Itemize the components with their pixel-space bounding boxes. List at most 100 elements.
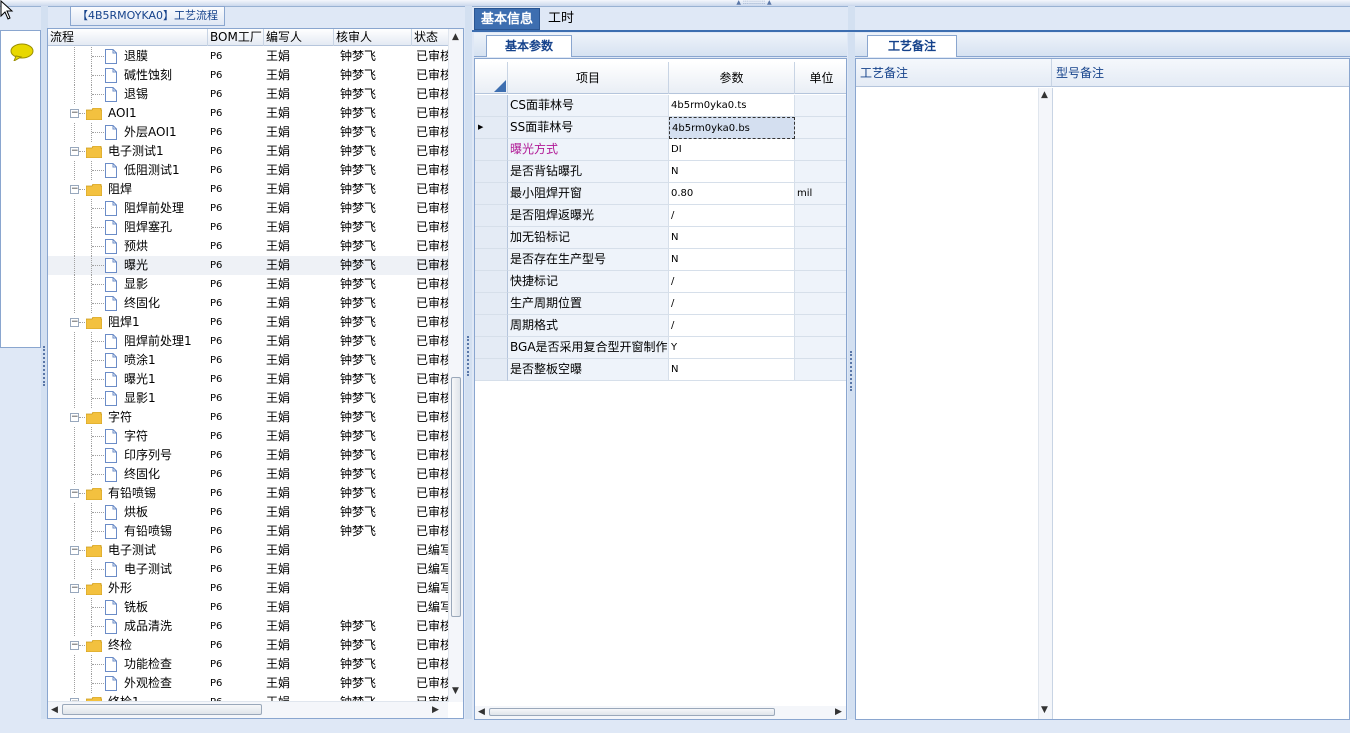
param-value-cell[interactable]: 4b5rm0yka0.ts (669, 95, 795, 117)
tree-node[interactable]: − AOI1 (48, 104, 205, 123)
param-row[interactable]: 周期格式 / (475, 315, 846, 337)
tree-node[interactable]: 碱性蚀刻 (48, 66, 205, 85)
tab-basic-params[interactable]: 基本参数 (486, 35, 572, 57)
param-row[interactable]: 是否整板空曝 N (475, 359, 846, 381)
params-horizontal-scrollbar[interactable]: ◀ ▶ (475, 706, 846, 719)
tree-row[interactable]: − 阻焊1 P6 王娟 钟梦飞 已审核 (48, 313, 448, 332)
tree-row[interactable]: − 字符 P6 王娟 钟梦飞 已审核 (48, 408, 448, 427)
tree-row[interactable]: 退膜 P6 王娟 钟梦飞 已审核 (48, 47, 448, 66)
tree-node[interactable]: 外层AOI1 (48, 123, 205, 142)
tree-row[interactable]: 铣板 P6 王娟 已编写 (48, 598, 448, 617)
scroll-down-arrow-icon[interactable]: ▼ (1041, 706, 1048, 715)
param-value-cell[interactable]: N (669, 161, 795, 183)
scroll-right-arrow-icon[interactable]: ▶ (432, 706, 439, 715)
column-header-state[interactable]: 状态 (412, 29, 448, 46)
param-row[interactable]: 是否背钻曝孔 N (475, 161, 846, 183)
tree-node[interactable]: 印序列号 (48, 446, 205, 465)
collapse-toggle-icon[interactable]: − (70, 185, 79, 194)
column-header-author[interactable]: 编写人 (264, 29, 334, 46)
param-row[interactable]: 最小阻焊开窗 0.80 mil (475, 183, 846, 205)
tree-node[interactable]: − 有铅喷锡 (48, 484, 205, 503)
scroll-up-arrow-icon[interactable]: ▲ (1041, 91, 1048, 100)
row-selector[interactable] (475, 161, 508, 183)
tree-row[interactable]: − 电子测试 P6 王娟 已编写 (48, 541, 448, 560)
tree-node[interactable]: 显影 (48, 275, 205, 294)
tree-row[interactable]: 终固化 P6 王娟 钟梦飞 已审核 (48, 294, 448, 313)
model-note-textarea[interactable] (1055, 89, 1347, 717)
tree-node[interactable]: − 阻焊1 (48, 313, 205, 332)
param-value-cell[interactable]: / (669, 315, 795, 337)
param-value-cell[interactable]: N (669, 227, 795, 249)
tab-work-hours[interactable]: 工时 (542, 8, 580, 30)
scroll-left-arrow-icon[interactable]: ◀ (51, 706, 58, 715)
tree-row[interactable]: 预烘 P6 王娟 钟梦飞 已审核 (48, 237, 448, 256)
param-value-cell[interactable]: / (669, 205, 795, 227)
collapse-toggle-icon[interactable]: − (70, 546, 79, 555)
tree-row[interactable]: 功能检查 P6 王娟 钟梦飞 已审核 (48, 655, 448, 674)
param-value-cell[interactable]: / (669, 271, 795, 293)
right-splitter[interactable] (848, 6, 855, 719)
tree-row[interactable]: 有铅喷锡 P6 王娟 钟梦飞 已审核 (48, 522, 448, 541)
tree-row[interactable]: 退锡 P6 王娟 钟梦飞 已审核 (48, 85, 448, 104)
tree-row[interactable]: − 电子测试1 P6 王娟 钟梦飞 已审核 (48, 142, 448, 161)
tree-row[interactable]: 外观检查 P6 王娟 钟梦飞 已审核 (48, 674, 448, 693)
row-selector[interactable] (475, 271, 508, 293)
process-note-textarea[interactable] (857, 89, 1037, 717)
param-value-cell[interactable]: N (669, 249, 795, 271)
param-value-cell[interactable]: N (669, 359, 795, 381)
collapse-toggle-icon[interactable]: − (70, 489, 79, 498)
param-value-cell[interactable]: 4b5rm0yka0.bs (669, 117, 795, 139)
tree-row[interactable]: − 有铅喷锡 P6 王娟 钟梦飞 已审核 (48, 484, 448, 503)
tree-node[interactable]: 电子测试 (48, 560, 205, 579)
chat-bubble-icon[interactable] (10, 43, 34, 61)
tree-row[interactable]: 曝光 P6 王娟 钟梦飞 已审核 (48, 256, 448, 275)
tree-row[interactable]: 印序列号 P6 王娟 钟梦飞 已审核 (48, 446, 448, 465)
tree-row[interactable]: 阻焊前处理 P6 王娟 钟梦飞 已审核 (48, 199, 448, 218)
param-row[interactable]: 是否存在生产型号 N (475, 249, 846, 271)
tree-node[interactable]: 低阻测试1 (48, 161, 205, 180)
param-row[interactable]: BGA是否采用复合型开窗制作 Y (475, 337, 846, 359)
collapse-toggle-icon[interactable]: − (70, 109, 79, 118)
param-value-cell[interactable]: Y (669, 337, 795, 359)
param-row[interactable]: ▶ SS面菲林号 4b5rm0yka0.bs (475, 117, 846, 139)
row-selector[interactable] (475, 95, 508, 117)
param-value-cell[interactable]: DI (669, 139, 795, 161)
param-row[interactable]: 曝光方式 DI (475, 139, 846, 161)
tree-node[interactable]: 退膜 (48, 47, 205, 66)
param-value-cell[interactable]: 0.80 (669, 183, 795, 205)
tree-row[interactable]: − AOI1 P6 王娟 钟梦飞 已审核 (48, 104, 448, 123)
tree-row[interactable]: 低阻测试1 P6 王娟 钟梦飞 已审核 (48, 161, 448, 180)
scroll-right-arrow-icon[interactable]: ▶ (835, 708, 842, 717)
column-header-value[interactable]: 参数 (669, 62, 795, 94)
row-selector[interactable]: ▶ (475, 117, 508, 139)
row-selector[interactable] (475, 227, 508, 249)
row-selector[interactable] (475, 205, 508, 227)
row-selector[interactable] (475, 337, 508, 359)
tree-node[interactable]: 字符 (48, 427, 205, 446)
process-note-scrollbar[interactable]: ▲ ▼ (1038, 88, 1052, 719)
param-row[interactable]: 快捷标记 / (475, 271, 846, 293)
collapse-toggle-icon[interactable]: − (70, 318, 79, 327)
row-selector[interactable] (475, 315, 508, 337)
tree-node[interactable]: 曝光1 (48, 370, 205, 389)
tree-node[interactable]: − 电子测试 (48, 541, 205, 560)
tree-node[interactable]: 阻焊前处理1 (48, 332, 205, 351)
params-hscroll-thumb[interactable] (489, 708, 775, 716)
tree-node[interactable]: 有铅喷锡 (48, 522, 205, 541)
row-selector[interactable] (475, 359, 508, 381)
collapse-toggle-icon[interactable]: − (70, 641, 79, 650)
collapse-toggle-icon[interactable]: − (70, 413, 79, 422)
tree-row[interactable]: − 外形 P6 王娟 已编写 (48, 579, 448, 598)
tree-row[interactable]: 终固化 P6 王娟 钟梦飞 已审核 (48, 465, 448, 484)
row-selector[interactable] (475, 183, 508, 205)
collapse-toggle-icon[interactable]: − (70, 147, 79, 156)
param-row[interactable]: CS面菲林号 4b5rm0yka0.ts (475, 95, 846, 117)
tree-row[interactable]: 阻焊塞孔 P6 王娟 钟梦飞 已审核 (48, 218, 448, 237)
middle-splitter[interactable] (465, 6, 472, 719)
tree-row[interactable]: 成品清洗 P6 王娟 钟梦飞 已审核 (48, 617, 448, 636)
tree-row[interactable]: 碱性蚀刻 P6 王娟 钟梦飞 已审核 (48, 66, 448, 85)
tree-node[interactable]: 喷涂1 (48, 351, 205, 370)
tree-scroll-thumb[interactable] (451, 377, 461, 617)
row-selector[interactable] (475, 139, 508, 161)
row-selector[interactable] (475, 293, 508, 315)
